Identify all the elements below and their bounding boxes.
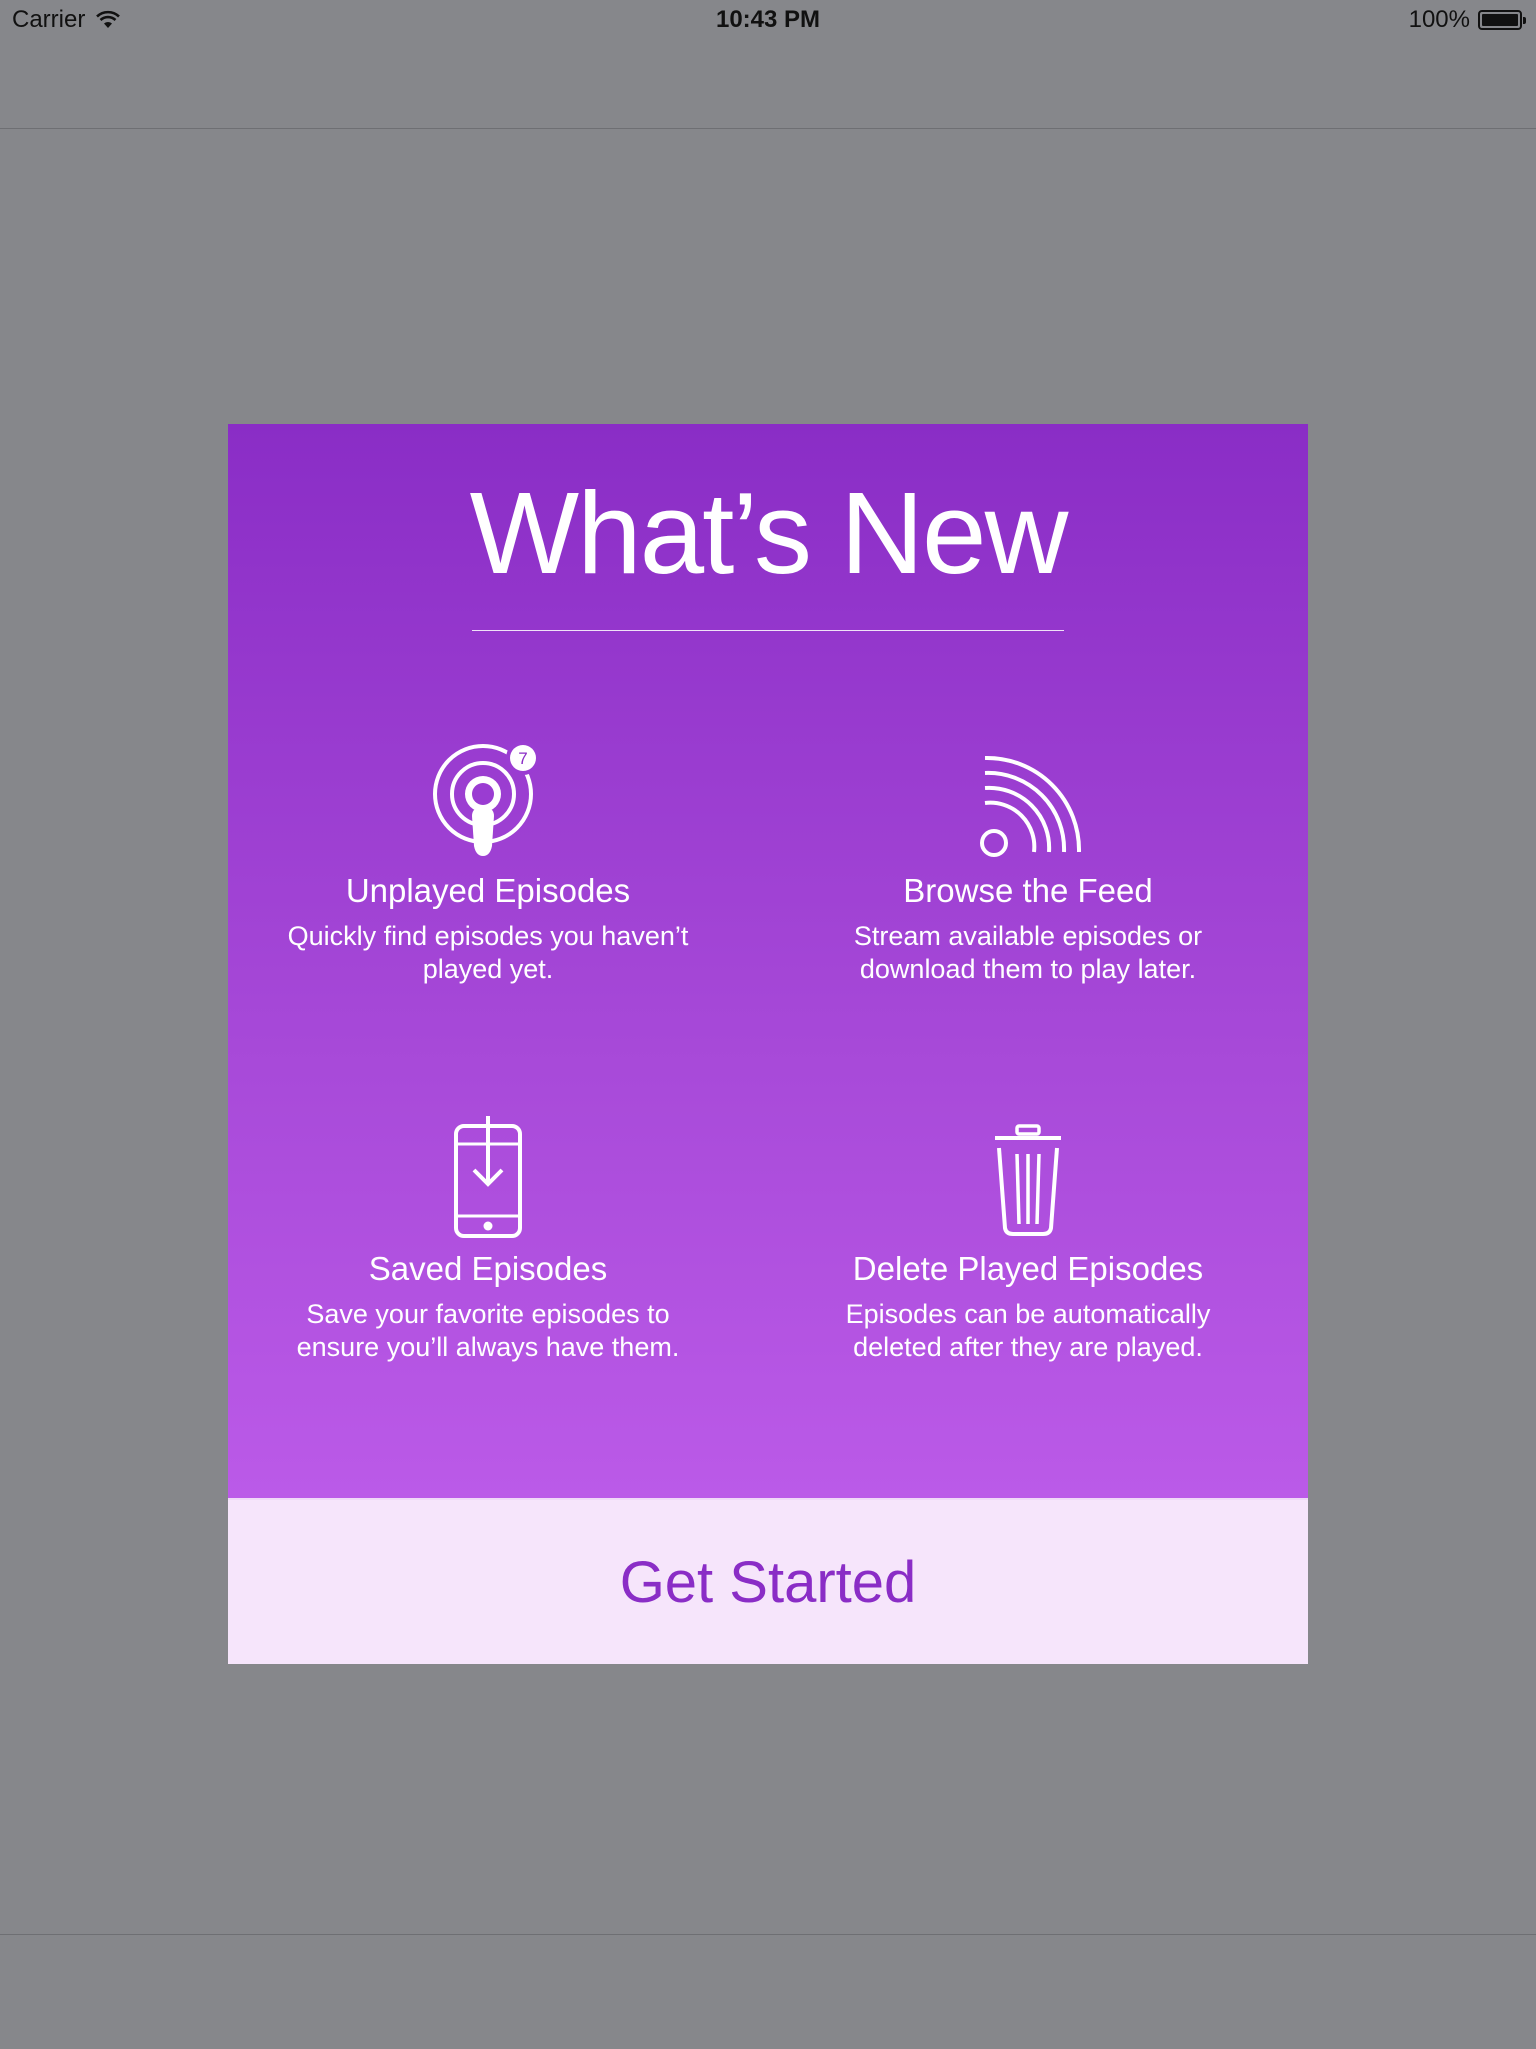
feature-title: Delete Played Episodes [852,1250,1204,1287]
battery-indicator: 100% [1408,6,1526,34]
clock: 10:43 PM [715,6,821,33]
whats-new-dialog: What’s New 7 Unplayed Episodes Quickly f… [228,424,1308,1664]
feature-title: Browse the Feed [903,872,1153,909]
feature-title: Unplayed Episodes [345,872,631,909]
dialog-title: What’s New [469,468,1069,598]
tool-bar [0,1934,1536,2049]
status-bar: Carrier 10:43 PM 100% [0,0,1536,40]
feature-description: Episodes can be automatically deleted af… [845,1299,1211,1362]
feature-description: Quickly find episodes you haven’t played… [287,921,689,984]
feature-description: Stream available episodes or download th… [853,921,1203,984]
battery-icon [1478,10,1526,30]
unplayed-badge-count: 7 [518,749,527,768]
podcast-badge-icon: 7 [433,741,540,856]
feature-delete-played-episodes: Delete Played Episodes Episodes can be a… [788,1112,1268,1364]
rss-feed-icon [980,755,1082,857]
feature-unplayed-episodes: 7 Unplayed Episodes Quickly find episode… [248,734,728,986]
trash-icon [995,1124,1061,1236]
dialog-body: What’s New 7 Unplayed Episodes Quickly f… [228,424,1308,1498]
title-divider [472,630,1064,631]
phone-download-icon [454,1116,522,1238]
feature-description: Save your favorite episodes to ensure yo… [296,1299,680,1362]
feature-saved-episodes: Saved Episodes Save your favorite episod… [248,1112,728,1364]
feature-browse-the-feed: Browse the Feed Stream available episode… [788,734,1268,986]
get-started-button[interactable]: Get Started [228,1498,1308,1664]
battery-percentage: 100% [1408,6,1470,33]
feature-title: Saved Episodes [368,1250,608,1287]
